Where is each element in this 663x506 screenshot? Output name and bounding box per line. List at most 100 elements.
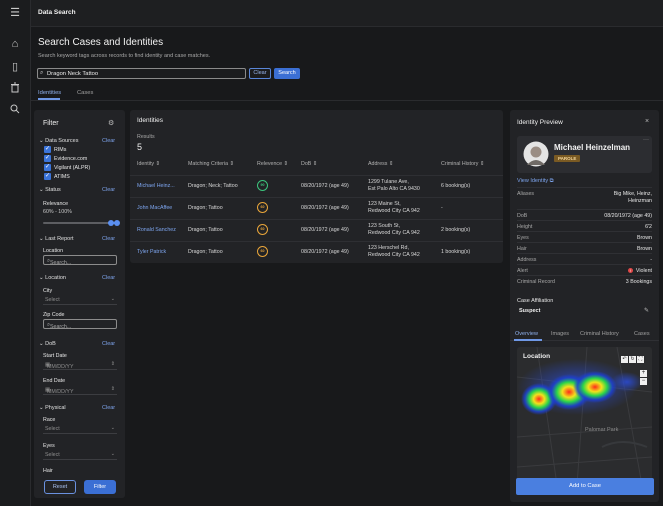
field-eyes: Eyes Brown: [517, 231, 652, 242]
preview-tab-cases[interactable]: Cases: [634, 331, 650, 337]
criminal-history-value: 1 booking(s): [441, 249, 471, 255]
avatar: [523, 141, 549, 167]
matching-criteria: Dragon; Tattoo: [188, 227, 223, 233]
identities-title: Identities: [137, 117, 164, 124]
checkbox-vigilant[interactable]: ✓: [44, 164, 51, 171]
page-subtitle: Search keyword tags across records to fi…: [38, 53, 211, 59]
field-criminal-record: Criminal Record 3 Bookings: [517, 275, 652, 286]
column-identity[interactable]: Identity ⇕: [137, 161, 160, 167]
identity-name[interactable]: Michael Heinz...: [137, 183, 175, 190]
last-report-location-input[interactable]: ⌕ Search...: [43, 255, 117, 266]
identity-card: Michael Heinzelman PAROLE ···: [517, 136, 652, 173]
zoom-in-icon[interactable]: +: [640, 370, 647, 377]
refresh-icon[interactable]: ↻: [629, 356, 636, 363]
case-affiliation-value: Suspect: [519, 308, 541, 314]
table-row[interactable]: Tyler Patrick Dragon; Tattoo 60 08/20/19…: [130, 241, 503, 261]
dob-value: 08/20/1972 (age 49): [301, 249, 349, 255]
start-date-input[interactable]: ▦ MM/DD/YY ⇕: [43, 360, 117, 370]
reset-button[interactable]: Reset: [44, 480, 76, 494]
address-line-2: Redwood City CA 942: [368, 252, 420, 258]
column-relevance[interactable]: Relevence ⇕: [257, 161, 288, 167]
trash-icon[interactable]: [8, 82, 22, 96]
data-sources-clear[interactable]: Clear: [102, 138, 115, 144]
more-icon[interactable]: ···: [643, 137, 649, 143]
column-address[interactable]: Address ⇕: [368, 161, 393, 167]
zip-label: Zip Code: [43, 312, 65, 318]
column-criminal-history[interactable]: Criminal History ⇕: [441, 161, 484, 167]
identity-name[interactable]: Tyler Patrick: [137, 249, 166, 256]
location-map[interactable]: Location ↶ ↻ ⛶ + − Palomar Park: [517, 347, 652, 485]
dob-value: 08/20/1972 (age 49): [301, 205, 349, 211]
home-icon[interactable]: ⌂: [8, 37, 22, 51]
tab-cases[interactable]: Cases: [77, 90, 93, 96]
preview-title: Identity Preview: [517, 119, 563, 126]
close-icon[interactable]: ×: [645, 118, 649, 125]
search-button[interactable]: Search: [274, 68, 300, 79]
section-data-sources[interactable]: ⌄ Data Sources: [39, 138, 78, 144]
section-last-report[interactable]: ⌄ Last Report: [39, 236, 74, 242]
address-line-1: 123 Maine St,: [368, 201, 401, 207]
fullscreen-icon[interactable]: ⛶: [637, 356, 644, 363]
add-to-case-button[interactable]: Add to Case: [516, 478, 654, 495]
section-location[interactable]: ⌄ Location: [39, 275, 66, 281]
apply-filter-button[interactable]: Filter: [84, 480, 116, 494]
clear-button[interactable]: Clear: [249, 68, 271, 79]
location-clear[interactable]: Clear: [102, 275, 115, 281]
table-row[interactable]: Michael Heinz... Dragon; Neck; Tattoo 90…: [130, 175, 503, 195]
preview-tab-active-indicator: [514, 339, 542, 341]
relevance-slider[interactable]: [43, 220, 120, 226]
end-date-input[interactable]: ▦ MM/DD/YY ⇕: [43, 385, 117, 395]
chevron-down-icon: ⌄: [110, 425, 115, 431]
zip-input[interactable]: ⌕ Search...: [43, 319, 117, 330]
checkbox-atims[interactable]: ✓: [44, 173, 51, 180]
relevance-ring: 90: [257, 180, 268, 191]
zoom-out-icon[interactable]: −: [640, 378, 647, 385]
tab-active-indicator: [38, 98, 60, 100]
address-line-1: 123 Herschel Rd,: [368, 245, 409, 251]
preview-tab-images[interactable]: Images: [551, 331, 569, 337]
case-affiliation-label: Case Affiliation: [517, 298, 554, 304]
relevance-slider-max-handle[interactable]: [114, 220, 120, 226]
dob-clear[interactable]: Clear: [102, 341, 115, 347]
edit-icon[interactable]: ✎: [644, 307, 649, 314]
eyes-select[interactable]: Select ⌄: [43, 450, 117, 460]
relevance-ring: 60: [257, 224, 268, 235]
search-input[interactable]: ⌕ Dragon Neck Tattoo: [37, 68, 246, 79]
identity-name[interactable]: Ronald Sanchez: [137, 227, 176, 234]
section-status[interactable]: ⌄ Status: [39, 187, 61, 193]
search-icon[interactable]: [8, 104, 22, 118]
city-select[interactable]: Select ⌄: [43, 295, 117, 305]
identity-preview-panel: Identity Preview × Michael Heinzelman PA…: [510, 110, 659, 502]
preview-tab-criminal-history[interactable]: Criminal History: [580, 331, 619, 337]
relevance-ring: 60: [257, 246, 268, 257]
map-place-label: Palomar Park: [585, 427, 619, 433]
identity-name: Michael Heinzelman: [554, 143, 631, 152]
status-clear[interactable]: Clear: [102, 187, 115, 193]
filter-panel: Filter ⚙ ⌄ Data Sources Clear ✓ RIMs ✓ E…: [34, 110, 125, 498]
criminal-history-value: 6 booking(s): [441, 183, 471, 189]
menu-icon[interactable]: ☰: [8, 6, 22, 20]
document-icon[interactable]: ▯: [8, 60, 22, 74]
table-row[interactable]: Ronald Sanchez Dragon; Tattoo 60 08/20/1…: [130, 219, 503, 239]
column-dob[interactable]: DoB ⇕: [301, 161, 317, 167]
table-row[interactable]: John MacAffee Dragon; Tattoo 60 08/20/19…: [130, 197, 503, 217]
last-report-clear[interactable]: Clear: [102, 236, 115, 242]
source-label-vigilant: Vigilant (ALPR): [54, 165, 91, 171]
column-matching-criteria[interactable]: Matching Criteria ⇕: [188, 161, 234, 167]
section-physical[interactable]: ⌄ Physical: [39, 405, 66, 411]
physical-clear[interactable]: Clear: [102, 405, 115, 411]
map-title: Location: [523, 353, 551, 360]
matching-criteria: Dragon; Tattoo: [188, 249, 223, 255]
source-label-atims: ATIMS: [54, 174, 70, 180]
view-identity-link[interactable]: View Identity ⧉: [517, 178, 554, 185]
preview-tab-overview[interactable]: Overview: [515, 331, 538, 337]
undo-icon[interactable]: ↶: [621, 356, 628, 363]
identity-name[interactable]: John MacAffee: [137, 205, 172, 212]
gear-icon[interactable]: ⚙: [108, 119, 114, 127]
section-dob[interactable]: ⌄ DoB: [39, 341, 56, 347]
checkbox-evidence[interactable]: ✓: [44, 155, 51, 162]
address-line-2: Redwood City CA 942: [368, 230, 420, 236]
race-select[interactable]: Select ⌄: [43, 424, 117, 434]
tab-identities[interactable]: Identities: [38, 90, 61, 96]
checkbox-rims[interactable]: ✓: [44, 146, 51, 153]
